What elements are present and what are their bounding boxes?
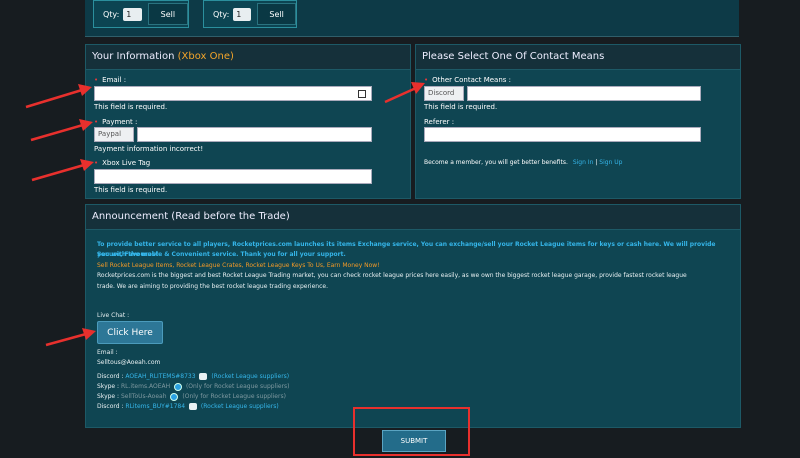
arrow-gamertag xyxy=(31,163,85,182)
arrowhead-email xyxy=(78,84,92,96)
arrow-email xyxy=(25,88,83,109)
arrowhead-payment xyxy=(79,119,93,131)
arrow-payment xyxy=(30,123,84,142)
annotation-arrows xyxy=(25,82,425,347)
arrowhead-livechat xyxy=(82,328,96,340)
arrow-livechat xyxy=(45,332,87,347)
arrow-contact xyxy=(384,86,417,104)
arrowhead-gamertag xyxy=(80,159,94,171)
